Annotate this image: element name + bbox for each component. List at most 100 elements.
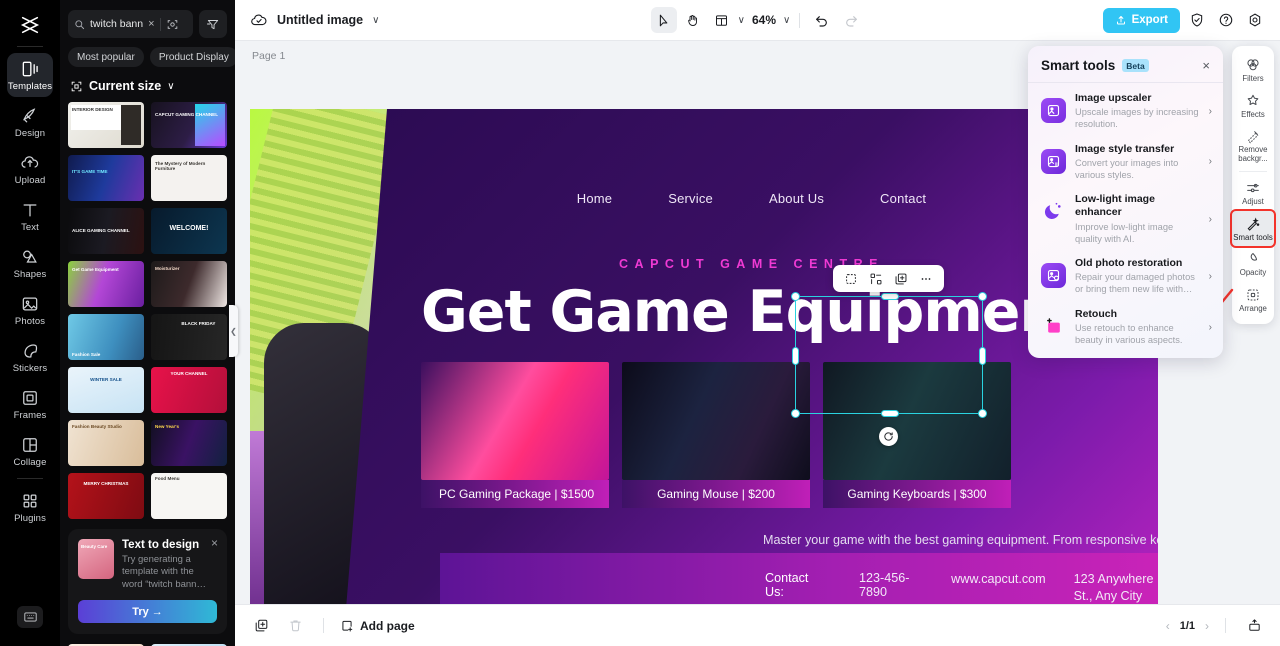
shield-check-icon[interactable]	[1185, 8, 1209, 32]
sidebar-item-text[interactable]: Text	[7, 194, 53, 238]
smart-tool-old-photo-restoration[interactable]: Old photo restoration Repair your damage…	[1028, 248, 1223, 299]
select-tool-button[interactable]	[650, 7, 677, 33]
resize-handle-top[interactable]	[881, 293, 899, 300]
expand-button[interactable]	[1242, 614, 1266, 638]
sidebar-item-label: Text	[21, 221, 39, 233]
template-item[interactable]: INTERIOR DESIGN	[68, 102, 144, 148]
sidebar-item-upload[interactable]: Upload	[7, 147, 53, 191]
resize-handle-bl[interactable]	[791, 409, 800, 418]
nav-item-about-us[interactable]: About Us	[769, 191, 824, 206]
resize-handle-br[interactable]	[978, 409, 987, 418]
product-card[interactable]: PC Gaming Package | $1500	[421, 362, 609, 508]
search-input[interactable]: twitch bann ×	[68, 10, 193, 38]
export-icon	[1116, 16, 1125, 25]
template-item[interactable]: BLACK FRIDAY	[151, 314, 227, 360]
document-title[interactable]: Untitled image	[277, 13, 363, 27]
close-icon[interactable]: ×	[211, 537, 218, 549]
template-item[interactable]: Fashion Beauty Studio	[68, 420, 144, 466]
sidebar-item-shapes[interactable]: Shapes	[7, 241, 53, 285]
template-item[interactable]: IT'S GAME TIME	[68, 155, 144, 201]
delete-page-button[interactable]	[283, 614, 307, 638]
panel-collapse-handle[interactable]: ❮	[229, 305, 238, 357]
filter-button[interactable]	[199, 10, 227, 38]
banner-headline[interactable]: Get Game Equipment	[421, 279, 1086, 345]
crop-icon[interactable]	[840, 268, 862, 290]
tool-opacity[interactable]: Opacity	[1232, 246, 1274, 282]
duplicate-icon[interactable]	[890, 268, 912, 290]
tool-label: Adjust	[1242, 196, 1264, 206]
smart-tool-image-upscaler[interactable]: Image upscaler Upscale images by increas…	[1028, 83, 1223, 134]
nav-item-home[interactable]: Home	[577, 191, 612, 206]
prev-page-button[interactable]: ‹	[1166, 619, 1170, 633]
cutout-icon[interactable]	[865, 268, 887, 290]
help-icon[interactable]	[1214, 8, 1238, 32]
chip-most-popular[interactable]: Most popular	[68, 47, 144, 67]
template-item[interactable]: YOUR CHANNEL	[151, 367, 227, 413]
design-page[interactable]: Home Service About Us Contact CAPCUT GAM…	[250, 109, 1158, 604]
tool-arrange[interactable]: Arrange	[1232, 282, 1274, 318]
export-button[interactable]: Export	[1102, 7, 1180, 33]
zoom-chevron-down-icon[interactable]: ∨	[783, 15, 790, 26]
nav-item-contact[interactable]: Contact	[880, 191, 926, 206]
smart-tool-low-light-enhancer[interactable]: Low-light image enhancer Improve low-lig…	[1028, 184, 1223, 248]
smart-tool-image-style-transfer[interactable]: Image style transfer Convert your images…	[1028, 134, 1223, 185]
template-item[interactable]: CAPCUT GAMING CHANNEL	[151, 102, 227, 148]
smart-tool-desc: Upscale images by increasing resolution.	[1075, 107, 1199, 130]
sidebar-item-frames[interactable]: Frames	[7, 382, 53, 426]
resize-handle-tr[interactable]	[978, 292, 987, 301]
selection-box[interactable]	[791, 292, 987, 418]
template-item[interactable]: WELCOME!	[151, 208, 227, 254]
smart-tool-retouch[interactable]: Retouch Use retouch to enhance beauty in…	[1028, 299, 1223, 350]
sidebar-item-photos[interactable]: Photos	[7, 288, 53, 332]
layout-chevron-down-icon[interactable]: ∨	[738, 15, 745, 26]
more-icon[interactable]	[915, 268, 937, 290]
next-page-button[interactable]: ›	[1205, 619, 1209, 633]
tool-remove-background[interactable]: Remove backgr...	[1232, 123, 1274, 167]
layout-tool-button[interactable]	[709, 7, 735, 33]
keyboard-icon[interactable]	[17, 606, 43, 628]
add-page-button[interactable]: Add page	[340, 619, 415, 633]
resize-handle-left[interactable]	[792, 347, 799, 365]
clear-search-icon[interactable]: ×	[148, 18, 154, 30]
chevron-down-icon[interactable]: ∨	[372, 15, 379, 26]
resize-handle-right[interactable]	[979, 347, 986, 365]
sidebar-item-collage[interactable]: Collage	[7, 429, 53, 473]
sidebar-item-plugins[interactable]: Plugins	[7, 485, 53, 529]
close-icon[interactable]: ×	[1202, 59, 1210, 72]
template-item[interactable]: New Year's	[151, 420, 227, 466]
template-item[interactable]: Get Game Equipment	[68, 261, 144, 307]
product-title: PC Gaming Package | $1500	[421, 480, 609, 508]
sidebar-item-templates[interactable]: Templates	[7, 53, 53, 97]
template-item[interactable]: WINTER SALE	[68, 367, 144, 413]
current-size-selector[interactable]: Current size ∨	[60, 67, 235, 102]
zoom-level[interactable]: 64%	[748, 13, 780, 27]
tool-adjust[interactable]: Adjust	[1232, 175, 1274, 211]
tool-effects[interactable]: Effects	[1232, 88, 1274, 124]
template-item[interactable]: The Mystery of Modern Furniture	[151, 155, 227, 201]
settings-icon[interactable]	[1243, 8, 1267, 32]
sidebar-item-stickers[interactable]: Stickers	[7, 335, 53, 379]
smart-tools-title: Smart tools	[1041, 58, 1116, 73]
rotate-handle[interactable]	[879, 427, 898, 446]
template-item[interactable]: Moisturizer	[151, 261, 227, 307]
template-item[interactable]: ALICE GAMING CHANNEL	[68, 208, 144, 254]
try-button[interactable]: Try →	[78, 600, 217, 624]
sidebar-item-design[interactable]: Design	[7, 100, 53, 144]
template-item[interactable]: MERRY CHRISTMAS	[68, 473, 144, 519]
hand-tool-button[interactable]	[680, 7, 706, 33]
tool-filters[interactable]: Filters	[1232, 52, 1274, 88]
product-card[interactable]: Gaming Mouse | $200	[622, 362, 810, 508]
tool-smart-tools[interactable]: Smart tools	[1230, 208, 1276, 249]
delete-page-icon	[289, 620, 301, 632]
capcut-logo[interactable]	[0, 6, 60, 44]
nav-item-service[interactable]: Service	[668, 191, 713, 206]
template-item[interactable]: Fashion Sale	[68, 314, 144, 360]
redo-button[interactable]	[838, 7, 864, 33]
resize-handle-tl[interactable]	[791, 292, 800, 301]
chip-product-display[interactable]: Product Display	[149, 47, 235, 67]
smart-tool-desc: Use retouch to enhance beauty in various…	[1075, 322, 1183, 346]
resize-handle-bottom[interactable]	[881, 410, 899, 417]
undo-button[interactable]	[809, 7, 835, 33]
duplicate-page-button[interactable]	[249, 614, 273, 638]
template-item[interactable]: Food Menu	[151, 473, 227, 519]
